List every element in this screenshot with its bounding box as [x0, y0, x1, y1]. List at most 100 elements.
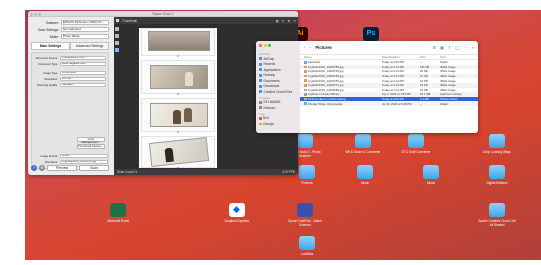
folder-icon: [299, 165, 315, 179]
gear-icon[interactable]: ⚙: [39, 165, 45, 171]
column-name[interactable]: Name: [304, 55, 382, 59]
photos-library-icon: [304, 97, 307, 101]
document-type-select[interactable]: B&W Negative Film: [60, 62, 106, 66]
desktop-icon-fastfoto[interactable]: Epson FastFoto - Batch Scanner: [285, 203, 325, 227]
document-source-select[interactable]: Transparency Unit: [60, 56, 106, 60]
help-icon[interactable]: ?: [31, 165, 37, 171]
file-row[interactable]: Lightroom Library.lrlibrary Apr 3, 2022 a…: [300, 92, 478, 97]
back-icon[interactable]: ‹: [304, 45, 306, 51]
close-icon[interactable]: ✕: [293, 19, 296, 23]
thumbnail-frame[interactable]: 2: [141, 28, 215, 58]
desktop-icon-label: Epson FastFoto - Batch Scanner: [288, 219, 322, 227]
folder-icon: [355, 134, 371, 148]
field-label: Document Type:: [38, 62, 58, 66]
preview-button[interactable]: Preview: [47, 165, 77, 171]
desktop-icon-label: Digital Editions: [486, 181, 508, 185]
more-icon[interactable]: ⋯: [464, 45, 468, 50]
thumbnail-frame[interactable]: 4: [141, 98, 215, 134]
column-kind[interactable]: Kind: [440, 55, 478, 59]
scanning-quality-select[interactable]: Standard: [60, 83, 106, 87]
close-button[interactable]: [259, 44, 262, 47]
image-file-icon: [304, 88, 307, 92]
desktop-icon-etc[interactable]: ETC Stuff Converter: [396, 134, 436, 154]
thumbnail-image: [150, 65, 208, 89]
desktop-icon-drop-locking[interactable]: Drop Locking Ways: [477, 134, 517, 154]
color-management-button[interactable]: Color Management...: [77, 137, 105, 144]
checkbox-icon[interactable]: [116, 19, 119, 22]
desktop-icon-dropbox[interactable]: Dropbox Explorer: [217, 203, 257, 223]
column-date-modified[interactable]: Date Modified: [382, 55, 420, 59]
settings-icon[interactable]: ⚙: [287, 19, 290, 23]
file-list: FaceFolio Today at 2:05 PM -- Folder img202…: [300, 60, 478, 106]
settings-tabs: Main Settings Advanced Settings: [31, 42, 109, 50]
image-file-icon: [304, 65, 307, 69]
sidebar-tag-orange[interactable]: Orange: [259, 121, 297, 127]
field-label: Document Source:: [35, 56, 58, 60]
group-icon[interactable]: ▦: [440, 45, 444, 50]
file-row[interactable]: img20221016_14200751.jpg Today at 2:14 PM…: [300, 78, 478, 83]
file-row[interactable]: Wonder Share Uniconverter Jul 19, 2020 at…: [300, 101, 478, 106]
tab-main-settings[interactable]: Main Settings: [31, 42, 70, 50]
scan-settings-select[interactable]: Not Selected: [61, 27, 109, 32]
sidebar-item-network[interactable]: Network: [259, 105, 297, 111]
minimize-button[interactable]: [263, 44, 267, 47]
zoom-icon[interactable]: [115, 41, 119, 45]
page-number: 2: [177, 54, 179, 58]
finder-window: Favorites AirDrop Recents Applications D…: [256, 41, 478, 133]
desktop-icon-label: Pictures: [301, 181, 313, 185]
search-icon[interactable]: ⌕: [472, 45, 474, 50]
thumbnail-toggle-label[interactable]: Thumbnail: [122, 19, 137, 23]
finder-toolbar: ‹ › Pictures ☰ ▦ ⇪ ◯ ⋯ ⌕: [300, 41, 478, 55]
thumbnail-frame[interactable]: 5: [141, 136, 215, 170]
desktop-icon-label: Wil & Grace & Converter: [345, 150, 381, 154]
thumbnail-frame[interactable]: 3: [141, 60, 215, 96]
select-all-icon[interactable]: [115, 34, 119, 38]
window-title: Epson Scan 2: [152, 12, 174, 16]
share-icon[interactable]: ⇪: [448, 45, 451, 50]
tag-icon[interactable]: ◯: [455, 45, 459, 50]
finder-content: ‹ › Pictures ☰ ▦ ⇪ ◯ ⋯ ⌕ Name Date Modif…: [300, 41, 478, 133]
excel-app-icon: [110, 203, 126, 217]
image-format-select[interactable]: JPEG: [60, 154, 108, 158]
file-row[interactable]: img20221016_14200753.jpg Today at 2:14 PM…: [300, 73, 478, 79]
marquee-tool-icon[interactable]: [115, 27, 119, 31]
file-row-selected[interactable]: Pictures (Epson photos library) Today at …: [300, 96, 478, 102]
file-row[interactable]: img20221016_14200749.jpg Today at 2:14 PM…: [300, 69, 478, 74]
scanner-select[interactable]: EPSON Perfection V600 Ph...: [61, 20, 109, 25]
zoom-button[interactable]: [268, 44, 271, 47]
mode-select[interactable]: Photo Mode: [61, 34, 109, 39]
desktop-icon-music-2[interactable]: Music: [411, 165, 451, 185]
photoshop-app-icon: Ps: [363, 27, 379, 41]
desktop-icon-label: ETC Stuff Converter: [401, 150, 431, 154]
desktop-icon-wil-grace[interactable]: Wil & Grace & Converter: [343, 134, 383, 154]
column-size[interactable]: Size: [420, 55, 440, 59]
image-type-select[interactable]: 16-bit Color: [60, 71, 106, 75]
preview-tools: [115, 27, 120, 55]
resolution-input[interactable]: 300 dpi: [60, 77, 106, 81]
file-row[interactable]: FaceFolio Today at 2:05 PM -- Folder: [300, 60, 478, 65]
desktop-icon-label: Lockfiles: [300, 252, 314, 256]
file-row[interactable]: img20221016_14200080.jpg Today at 2:14 PM…: [300, 88, 478, 93]
forward-icon[interactable]: ›: [310, 45, 312, 51]
size-readout: 210 PPS: [282, 170, 295, 174]
thumbnail-options-button[interactable]: Thumbnail Options...: [77, 144, 105, 149]
desktop-icon-label: Drop Locking Ways: [483, 150, 511, 154]
adjust-icon[interactable]: [115, 48, 119, 52]
desktop-icon-music-1[interactable]: Music: [345, 165, 385, 185]
file-row[interactable]: img20221016_14200747.jpg Today at 2:14 PM…: [300, 82, 478, 88]
view-options-icon[interactable]: ☰: [433, 45, 437, 50]
scan-button[interactable]: Scan: [79, 165, 109, 171]
folder-icon: [299, 236, 315, 250]
mode-label: Mode:: [49, 34, 59, 39]
desktop-icon-excel[interactable]: Microsoft Excel: [98, 203, 138, 223]
rotate-icon[interactable]: ↻: [282, 19, 285, 23]
grid-icon[interactable]: ▦: [276, 19, 279, 23]
file-row[interactable]: img20221016_14200755.jpg Today at 2:14 PM…: [300, 64, 478, 70]
thumbnail-image: [148, 31, 210, 51]
desktop-icon-digital-editions[interactable]: Digital Editions: [477, 165, 517, 185]
scan-settings-panel: Scanner: EPSON Perfection V600 Ph... Sca…: [28, 17, 112, 175]
desktop-icon-lockfiles[interactable]: Lockfiles: [287, 236, 327, 256]
sidebar-item-creative-cloud[interactable]: Creative Cloud Files: [259, 89, 297, 95]
desktop-icon-creative-cloud[interactable]: Adobe Creative Cloud Get All Started: [477, 203, 517, 227]
tab-advanced-settings[interactable]: Advanced Settings: [70, 42, 109, 50]
